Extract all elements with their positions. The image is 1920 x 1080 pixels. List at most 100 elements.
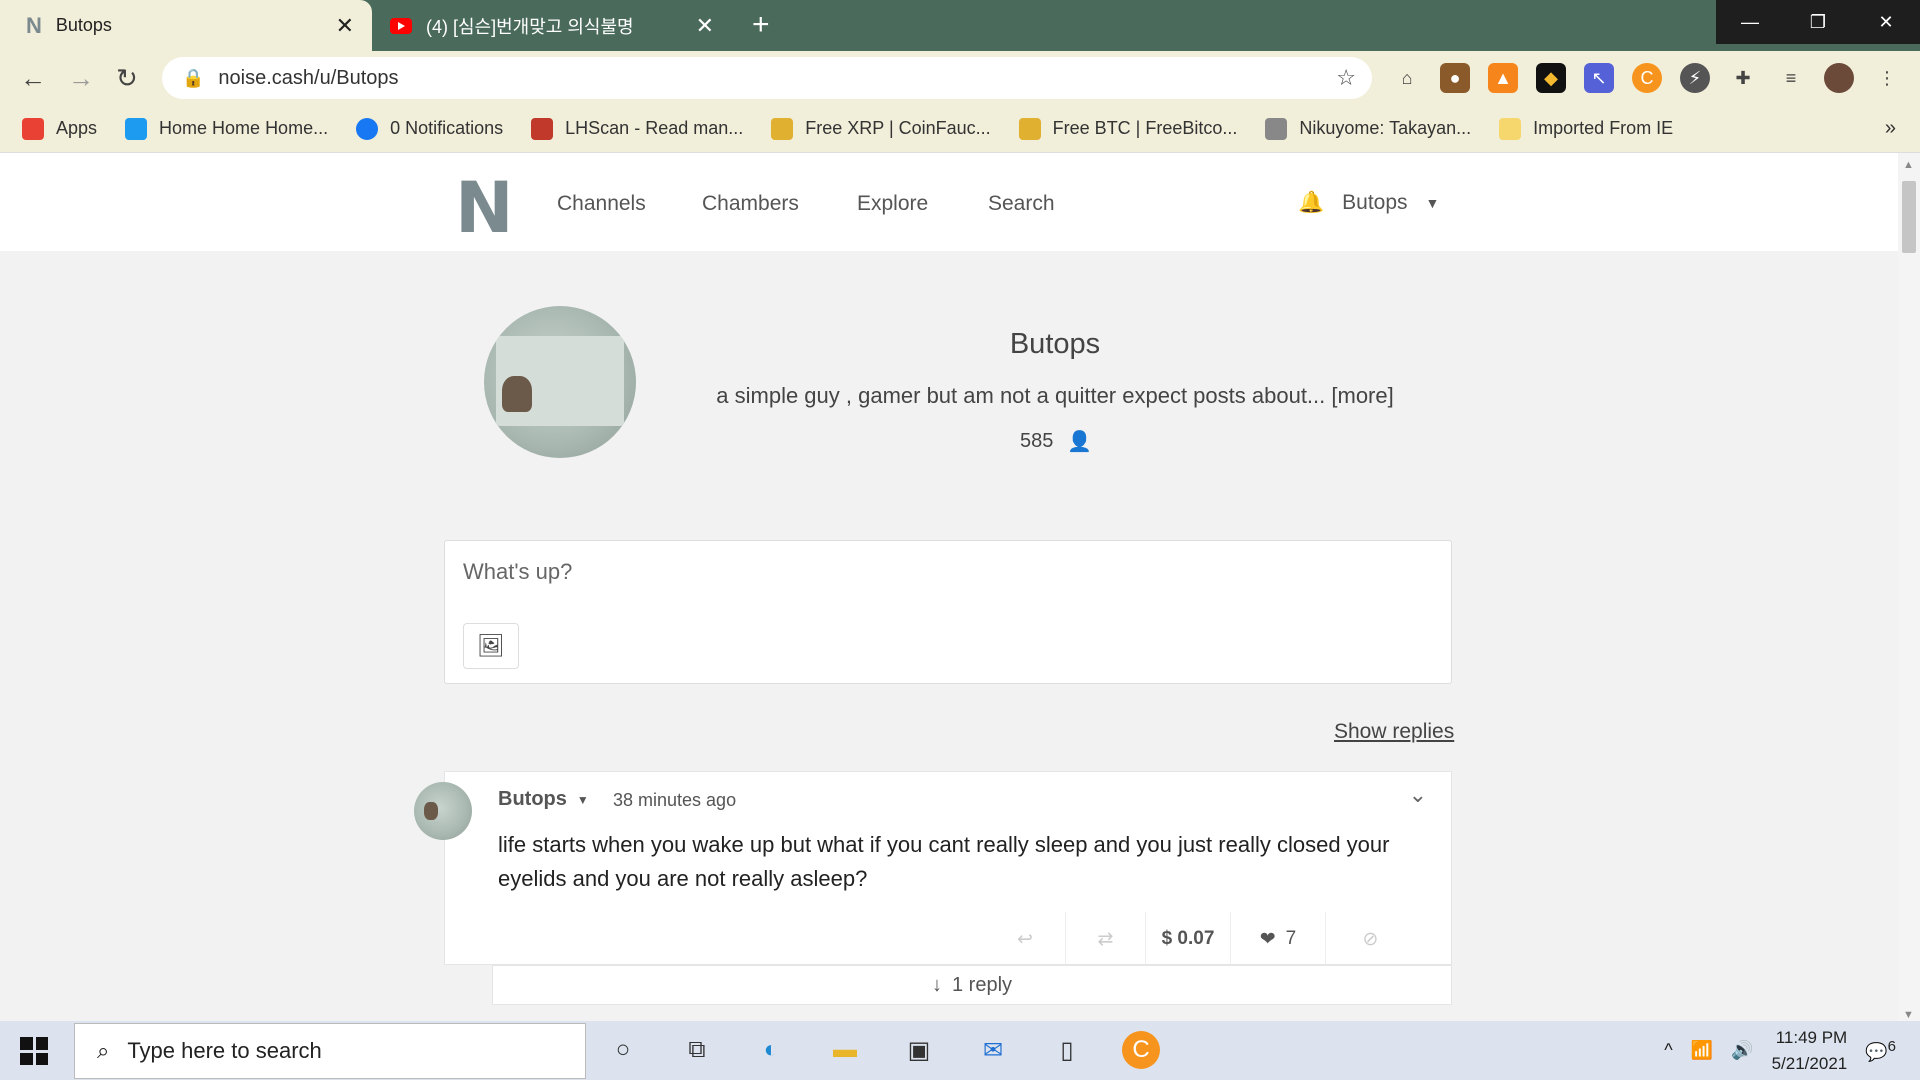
- reload-icon[interactable]: ↻: [116, 63, 138, 94]
- close-window-button[interactable]: ✕: [1852, 0, 1920, 44]
- tray-chevron-icon[interactable]: ^: [1664, 1040, 1672, 1061]
- nav-search[interactable]: Search: [988, 192, 1055, 216]
- bookmark-twitter[interactable]: Home Home Home...: [125, 117, 328, 140]
- close-tab-icon[interactable]: ✕: [696, 13, 714, 39]
- media-queue-icon[interactable]: ≡: [1776, 63, 1806, 93]
- post-time[interactable]: 38 minutes ago: [613, 790, 736, 811]
- taskbar-search-input[interactable]: ⌕ Type here to search: [74, 1023, 586, 1079]
- profile-avatar[interactable]: [484, 306, 636, 458]
- lock-icon: 🔒: [182, 67, 205, 88]
- twitter-icon: [125, 117, 148, 140]
- clock-time: 11:49 PM: [1775, 1027, 1848, 1047]
- notepad-icon[interactable]: ▯: [1048, 1031, 1086, 1069]
- user-menu-label: Butops: [1342, 191, 1408, 214]
- extensions-puzzle-icon[interactable]: ✚: [1728, 63, 1758, 93]
- post-author[interactable]: Butops ▼: [498, 788, 589, 811]
- image-icon: 🖼: [477, 633, 505, 658]
- heart-icon: ❤: [1259, 928, 1276, 950]
- scroll-up-icon[interactable]: ▲: [1903, 159, 1914, 171]
- volume-icon[interactable]: 🔊: [1731, 1040, 1753, 1061]
- bookmarks-bar: Apps Home Home Home... 0 Notifications L…: [0, 105, 1920, 153]
- noise-logo[interactable]: N: [455, 167, 514, 249]
- folder-icon: [1499, 117, 1522, 140]
- user-menu[interactable]: 🔔 Butops ▼: [1298, 191, 1439, 215]
- browser-menu-icon[interactable]: ⋮: [1872, 63, 1902, 93]
- binance-extension-icon[interactable]: ◆: [1536, 63, 1566, 93]
- forward-icon[interactable]: →: [68, 63, 94, 94]
- close-tab-icon[interactable]: ✕: [336, 13, 354, 39]
- cortana-icon[interactable]: ○: [604, 1031, 642, 1069]
- bookmark-facebook[interactable]: 0 Notifications: [356, 117, 503, 140]
- nav-channels[interactable]: Channels: [557, 192, 646, 216]
- url-input[interactable]: 🔒 noise.cash/u/Butops ☆: [162, 57, 1372, 99]
- bookmark-folder-ie[interactable]: Imported From IE: [1499, 117, 1673, 140]
- clock-date: 5/21/2021: [1771, 1053, 1848, 1073]
- metamask-extension-icon[interactable]: ▲: [1488, 63, 1518, 93]
- photo-face: [502, 376, 532, 412]
- home-icon[interactable]: ⌂: [1392, 63, 1422, 93]
- coin-extension-icon[interactable]: C: [1632, 63, 1662, 93]
- mail-icon[interactable]: ✉: [974, 1031, 1012, 1069]
- restore-button[interactable]: ❐: [1784, 0, 1852, 44]
- tab-butops[interactable]: N Butops ✕: [0, 0, 372, 51]
- profile-avatar-icon[interactable]: [1824, 63, 1854, 93]
- nav-explore[interactable]: Explore: [857, 192, 928, 216]
- bell-icon[interactable]: 🔔: [1298, 191, 1324, 215]
- bookmark-apps[interactable]: Apps: [22, 117, 97, 140]
- more-bookmarks-icon[interactable]: »: [1885, 117, 1896, 140]
- composer-placeholder: What's up?: [463, 559, 573, 584]
- lhscan-icon: [531, 117, 554, 140]
- address-bar-row: ← → ↻ 🔒 noise.cash/u/Butops ☆ ⌂ ● ▲ ◆ ↖ …: [0, 51, 1920, 105]
- post-card: Butops ▼ 38 minutes ago ⌄ life starts wh…: [444, 771, 1453, 966]
- tab-youtube[interactable]: (4) [심슨]번개맞고 의식불명 ✕: [372, 0, 732, 51]
- post-composer[interactable]: What's up? 🖼: [444, 540, 1452, 684]
- minimize-button[interactable]: —: [1716, 0, 1784, 44]
- tip-amount[interactable]: $ 0.07: [1145, 912, 1230, 966]
- post-menu-chevron-icon[interactable]: ⌄: [1409, 782, 1427, 808]
- chrome-app-icon[interactable]: C: [1122, 1031, 1160, 1069]
- reply-icon[interactable]: ↩: [985, 912, 1065, 966]
- bookmark-lhscan[interactable]: LHScan - Read man...: [531, 117, 743, 140]
- nav-chambers[interactable]: Chambers: [702, 192, 799, 216]
- tip-amount-text: $ 0.07: [1161, 928, 1215, 949]
- lightning-extension-icon[interactable]: ⚡: [1680, 63, 1710, 93]
- cursor-extension-icon[interactable]: ↖: [1584, 63, 1614, 93]
- arrow-down-icon: ↓: [931, 973, 942, 996]
- post-avatar[interactable]: [414, 782, 472, 840]
- page-scrollbar[interactable]: ▲ ▼: [1898, 153, 1920, 1021]
- chevron-down-icon: ▼: [576, 792, 589, 807]
- post-text: life starts when you wake up but what if…: [498, 832, 1390, 891]
- followers-count[interactable]: 585 👤: [1020, 429, 1092, 454]
- add-image-button[interactable]: 🖼: [463, 623, 519, 669]
- show-replies-link[interactable]: Show replies: [1334, 720, 1454, 744]
- file-explorer-icon[interactable]: ▬: [826, 1031, 864, 1069]
- notifications-icon[interactable]: 💬6: [1865, 1038, 1896, 1063]
- browser-tab-strip: N Butops ✕ (4) [심슨]번개맞고 의식불명 ✕ + — ❐ ✕: [0, 0, 1920, 51]
- bookmark-star-icon[interactable]: ☆: [1336, 65, 1356, 91]
- bookmark-nikuyome[interactable]: Nikuyome: Takayan...: [1265, 117, 1471, 140]
- task-view-icon[interactable]: ⧉: [678, 1031, 716, 1069]
- edge-icon[interactable]: ◐: [752, 1031, 790, 1069]
- new-tab-button[interactable]: +: [752, 8, 770, 42]
- clock[interactable]: 11:49 PM 5/21/2021: [1772, 1025, 1848, 1077]
- network-icon[interactable]: 📶: [1691, 1040, 1713, 1061]
- like-button[interactable]: ❤ 7: [1230, 912, 1325, 966]
- scroll-down-icon[interactable]: ▼: [1903, 1009, 1914, 1021]
- block-icon[interactable]: ⊘: [1325, 912, 1415, 966]
- bookmark-freebitco[interactable]: Free BTC | FreeBitco...: [1018, 117, 1237, 140]
- chevron-down-icon: ▼: [1425, 195, 1440, 211]
- windows-taskbar: ⌕ Type here to search ○ ⧉ ◐ ▬ ▣ ✉ ▯ C ^ …: [0, 1021, 1920, 1080]
- replies-toggle[interactable]: ↓ 1 reply: [492, 965, 1452, 1005]
- system-tray: ^ 📶 🔊 11:49 PM 5/21/2021 💬6: [1664, 1021, 1920, 1080]
- scrollbar-thumb[interactable]: [1902, 181, 1916, 253]
- faucet-icon: [1018, 117, 1041, 140]
- windows-start-icon[interactable]: [20, 1037, 48, 1065]
- bookmark-coinfaucet[interactable]: Free XRP | CoinFauc...: [771, 117, 991, 140]
- user-icon: 👤: [1067, 431, 1093, 453]
- profile-bio[interactable]: a simple guy , gamer but am not a quitte…: [650, 383, 1460, 409]
- post-actions: ↩ ⇄ $ 0.07 ❤ 7 ⊘: [445, 912, 1453, 966]
- repost-icon[interactable]: ⇄: [1065, 912, 1145, 966]
- cookie-extension-icon[interactable]: ●: [1440, 63, 1470, 93]
- store-icon[interactable]: ▣: [900, 1031, 938, 1069]
- back-icon[interactable]: ←: [20, 63, 46, 94]
